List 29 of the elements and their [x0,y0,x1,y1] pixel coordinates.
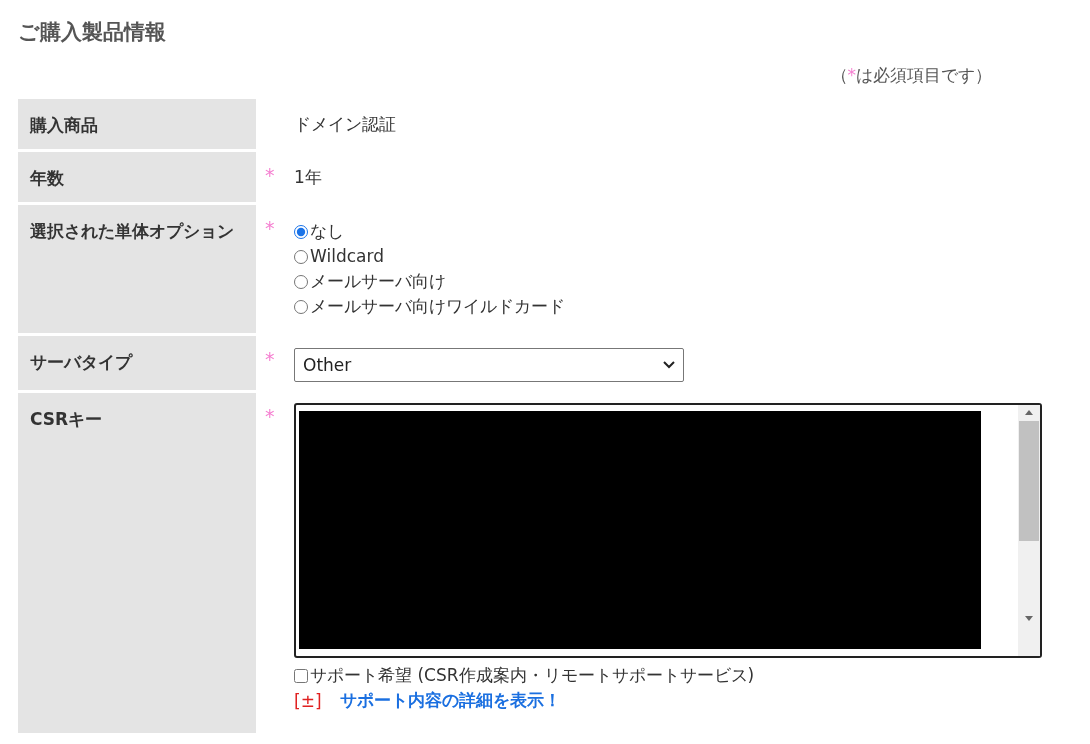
row-label: サーバタイプ [18,336,256,390]
field-value: ドメイン認証 [294,113,396,136]
scrollbar[interactable] [1018,405,1040,656]
radio-option[interactable]: Wildcard [294,244,384,269]
required-mark: * [265,405,275,427]
page-title: ご購入製品情報 [18,19,166,46]
radio-button[interactable] [294,274,308,289]
support-checkbox-option[interactable]: サポート希望 (CSR作成案内・リモートサポートサービス) [294,664,755,687]
row-label: 選択された単体オプション [18,205,256,333]
radio-option[interactable]: なし [294,219,344,244]
scrollbar-thumb[interactable] [1019,421,1039,541]
required-mark: * [265,217,275,239]
server-type-select[interactable]: Other [294,348,684,382]
field-value: 1年 [294,166,322,189]
radio-button[interactable] [294,249,308,264]
required-note: （*は必須項目です） [830,64,992,87]
support-details-link[interactable]: サポート内容の詳細を表示！ [339,689,561,712]
required-mark: * [265,348,275,370]
radio-button[interactable] [294,224,308,239]
required-mark: * [265,164,275,186]
row-label: 年数 [18,152,256,202]
checkbox[interactable] [294,668,308,683]
radio-option[interactable]: メールサーバ向け [294,269,446,294]
radio-button[interactable] [294,299,308,314]
expand-toggle[interactable]: [±] [294,690,322,711]
chevron-down-icon [663,361,675,369]
radio-option[interactable]: メールサーバ向けワイルドカード [294,294,565,319]
row-label: CSRキー [18,393,256,733]
row-label: 購入商品 [18,99,256,149]
